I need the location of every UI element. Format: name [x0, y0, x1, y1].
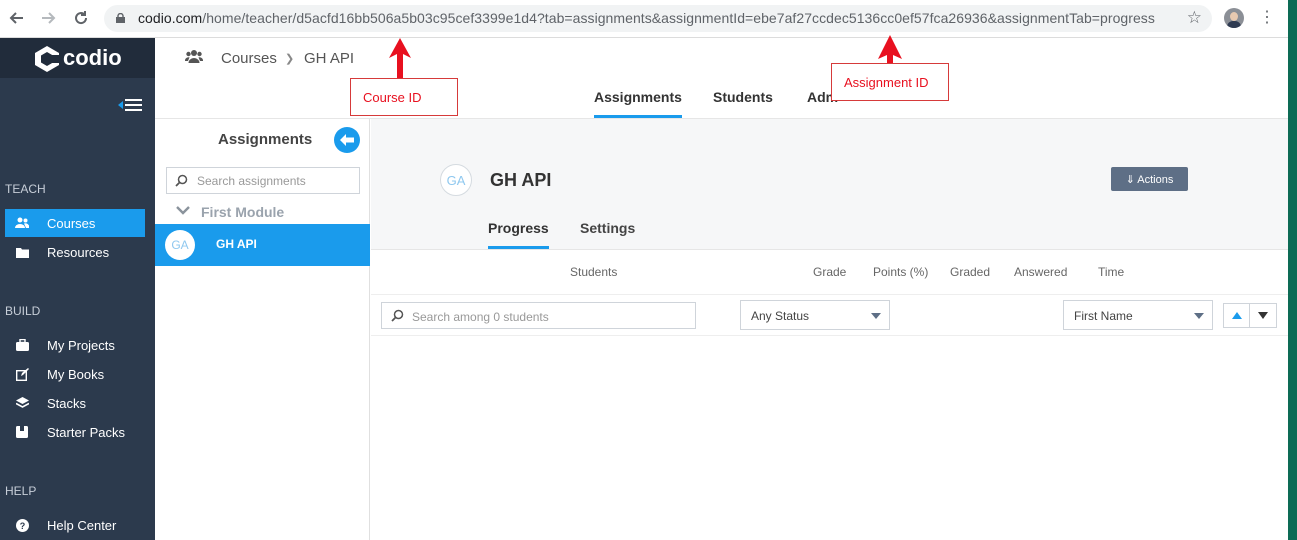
box-icon [14, 424, 30, 440]
section-title-build: BUILD [5, 304, 41, 318]
section-title-teach: TEACH [5, 182, 46, 196]
search-icon [175, 174, 188, 187]
filter-bar: Search among 0 students Any Status First… [371, 295, 1288, 336]
assignment-avatar: GA [165, 230, 195, 260]
window-edge [1288, 0, 1297, 540]
column-answered[interactable]: Answered [1014, 265, 1067, 279]
address-bar[interactable]: codio.com/home/teacher/d5acfd16bb506a5b0… [104, 5, 1212, 32]
sidebar-item-label: Starter Packs [47, 424, 126, 440]
reload-icon[interactable] [69, 6, 93, 30]
svg-text:?: ? [19, 521, 25, 531]
arrow-left-icon [340, 134, 354, 146]
assignment-header: GA GH API ⇓ Actions Progress Settings [371, 119, 1288, 250]
briefcase-icon [14, 337, 30, 353]
profile-avatar[interactable] [1224, 8, 1244, 28]
chevron-down-icon [176, 206, 190, 215]
column-points[interactable]: Points (%) [873, 265, 928, 279]
caret-down-icon [871, 313, 881, 319]
brand-name: codio [63, 45, 122, 70]
sidebar: codio TEACH Courses Resources BUILD My P… [0, 38, 155, 540]
sort-field-value: First Name [1074, 309, 1133, 323]
assignment-title: GH API [490, 170, 552, 190]
users-icon [185, 50, 203, 63]
module-header[interactable]: First Module [155, 201, 369, 223]
tab-progress[interactable]: Progress [488, 220, 549, 249]
search-students-input[interactable]: Search among 0 students [381, 302, 696, 329]
collapse-menu-icon[interactable] [118, 98, 142, 112]
sort-ascending-button[interactable] [1223, 303, 1251, 328]
search-placeholder: Search among 0 students [412, 310, 549, 324]
assignment-item[interactable]: GA GH API [155, 224, 370, 266]
sidebar-item-label: My Books [47, 366, 105, 382]
caret-down-icon [1194, 313, 1204, 319]
course-id-arrow-icon [389, 38, 411, 80]
layers-icon [14, 395, 30, 411]
sidebar-item-my-books[interactable]: My Books [5, 360, 145, 388]
chevron-right-icon: ❯ [285, 53, 295, 65]
assignment-avatar: GA [440, 164, 472, 196]
edit-icon [14, 366, 30, 382]
column-grade[interactable]: Grade [813, 265, 846, 279]
sort-field-select[interactable]: First Name [1063, 300, 1213, 330]
assignment-id-arrow-icon [878, 35, 902, 65]
module-name: First Module [201, 204, 285, 220]
triangle-up-icon [1232, 312, 1242, 319]
forward-arrow-icon[interactable] [36, 6, 60, 30]
tab-assignments[interactable]: Assignments [594, 89, 682, 118]
section-title-help: HELP [5, 484, 37, 498]
status-filter-value: Any Status [751, 309, 810, 323]
sidebar-item-label: Courses [47, 215, 96, 231]
folder-icon [14, 244, 30, 260]
sidebar-item-label: Stacks [47, 395, 87, 411]
sidebar-item-resources[interactable]: Resources [5, 238, 145, 266]
sidebar-item-label: My Projects [47, 337, 115, 353]
column-students[interactable]: Students [570, 265, 617, 279]
tab-students[interactable]: Students [713, 89, 773, 118]
sidebar-item-my-projects[interactable]: My Projects [5, 331, 145, 359]
assignment-id-annotation: Assignment ID [831, 63, 949, 101]
back-arrow-button[interactable] [334, 127, 360, 153]
sidebar-item-courses[interactable]: Courses [5, 209, 145, 237]
sidebar-item-label: Help Center [47, 517, 117, 533]
sidebar-item-stacks[interactable]: Stacks [5, 389, 145, 417]
url-text: codio.com/home/teacher/d5acfd16bb506a5b0… [138, 10, 1155, 26]
breadcrumb: Courses ❯ GH API [155, 38, 1288, 78]
breadcrumb-current: GH API [304, 50, 355, 67]
browser-toolbar: codio.com/home/teacher/d5acfd16bb506a5b0… [0, 0, 1288, 38]
breadcrumb-courses[interactable]: Courses [221, 50, 277, 67]
assignments-panel: Assignments Search assignments First Mod… [155, 119, 370, 540]
sidebar-item-label: Resources [47, 244, 110, 260]
codio-logo-icon [35, 46, 60, 72]
sidebar-item-help-center[interactable]: ? Help Center [5, 511, 145, 539]
kebab-menu-icon[interactable]: ⋮ [1259, 8, 1275, 28]
column-graded[interactable]: Graded [950, 265, 990, 279]
help-icon: ? [14, 517, 30, 533]
triangle-down-icon [1258, 312, 1268, 319]
course-id-annotation: Course ID [350, 78, 458, 116]
table-header: Students Grade Points (%) Graded Answere… [371, 250, 1288, 295]
lock-icon [116, 13, 125, 23]
star-icon[interactable]: ☆ [1187, 8, 1202, 28]
sort-descending-button[interactable] [1249, 303, 1277, 328]
actions-button[interactable]: ⇓ Actions [1111, 167, 1188, 191]
sidebar-item-starter-packs[interactable]: Starter Packs [5, 418, 145, 446]
assignments-panel-title: Assignments [218, 131, 313, 148]
search-placeholder: Search assignments [197, 174, 306, 188]
status-filter-select[interactable]: Any Status [740, 300, 890, 330]
brand[interactable]: codio [0, 38, 155, 78]
back-arrow-icon[interactable] [5, 6, 29, 30]
search-icon [391, 309, 404, 322]
tab-settings[interactable]: Settings [580, 220, 635, 249]
search-assignments-input[interactable]: Search assignments [166, 167, 360, 194]
users-icon [14, 215, 30, 231]
assignment-name: GH API [216, 237, 257, 251]
column-time[interactable]: Time [1098, 265, 1124, 279]
course-tabs: Assignments Students Adm [155, 78, 1288, 119]
